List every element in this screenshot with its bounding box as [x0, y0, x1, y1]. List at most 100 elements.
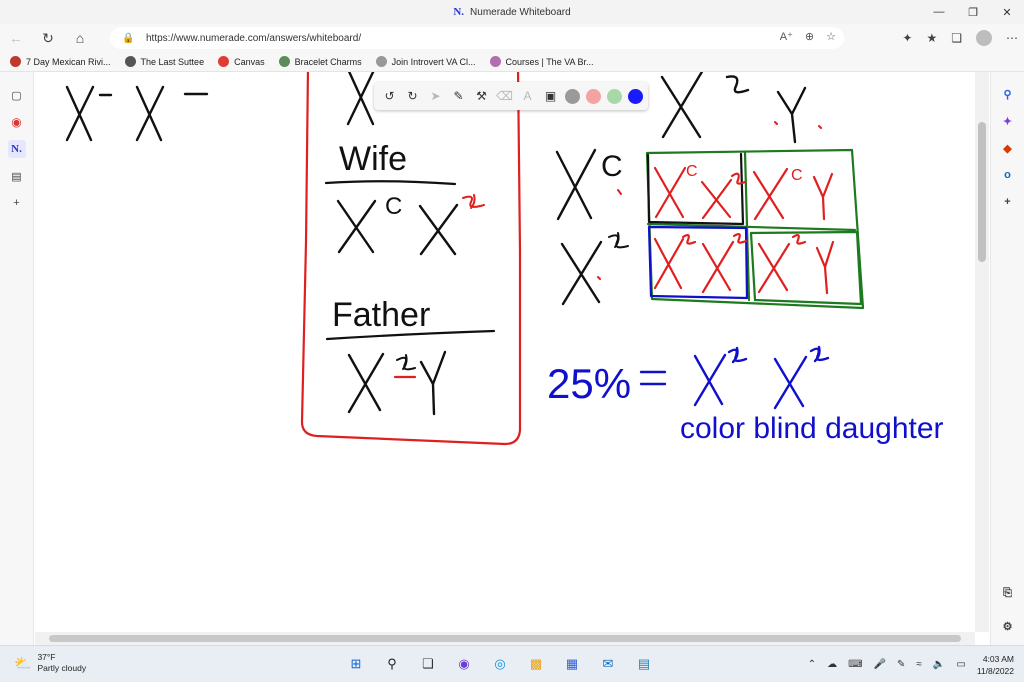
browser-toolbar: ← ↻ ⌂ 🔒 https://www.numerade.com/answers…: [0, 24, 1024, 52]
collections-icon[interactable]: ❏: [951, 31, 962, 45]
restore-button[interactable]: ❐: [956, 0, 990, 24]
taskbar: ⛅ 37°F Partly cloudy ⊞ ⚲ ❏ ◉ ◎ ▩ ▦ ✉ ▤ ⌃…: [0, 645, 1024, 682]
favorite-item-3[interactable]: Bracelet Charms: [278, 56, 362, 67]
window-title: Numerade Whiteboard: [470, 6, 571, 18]
clock-date: 11/8/2022: [976, 665, 1014, 676]
vertical-scroll-thumb[interactable]: [978, 122, 986, 262]
battery-icon[interactable]: ▭: [956, 659, 965, 670]
split-screen-icon[interactable]: ⎘: [999, 584, 1017, 602]
keyboard-icon[interactable]: ⌨: [848, 659, 862, 670]
weather-temp: 37°F: [37, 652, 56, 662]
home-button[interactable]: ⌂: [64, 24, 96, 52]
tab-actions-icon[interactable]: ▢: [8, 86, 26, 104]
svg-text:C: C: [791, 167, 803, 184]
outlook-icon[interactable]: o: [999, 166, 1017, 184]
sparkle-icon[interactable]: ✦: [999, 112, 1017, 130]
wifi-icon[interactable]: ≈: [916, 659, 922, 670]
add-icon[interactable]: +: [8, 194, 26, 212]
volume-icon[interactable]: 🔈: [933, 659, 945, 670]
favicon-icon: [10, 56, 21, 67]
taskbar-apps: ⊞ ⚲ ❏ ◉ ◎ ▩ ▦ ✉ ▤: [344, 652, 656, 676]
left-sidebar: ▢ ◉ N. ▤ +: [0, 72, 34, 645]
favorite-item-0[interactable]: 7 Day Mexican Rivi...: [10, 56, 111, 67]
eraser-icon[interactable]: ⌫: [496, 88, 513, 105]
url-text: https://www.numerade.com/answers/whitebo…: [146, 32, 362, 44]
favorite-item-2[interactable]: Canvas: [218, 56, 265, 67]
father-label: Father: [332, 296, 430, 334]
favorites-bar: 7 Day Mexican Rivi... The Last Suttee Ca…: [0, 52, 1024, 72]
punnett-cell-text: [653, 166, 835, 295]
store-icon[interactable]: ▦: [560, 652, 584, 676]
favorites-icon[interactable]: ★: [926, 31, 937, 45]
parents-box: [300, 72, 522, 446]
favicon-icon: [375, 56, 387, 67]
wife-label: Wife: [339, 140, 407, 178]
partly-cloudy-icon: ⛅: [14, 654, 32, 671]
chat-icon[interactable]: ◉: [452, 652, 476, 676]
right-sidebar: ⚲ ✦ ◆ o + ⎘ ⚙: [990, 72, 1024, 645]
back-button[interactable]: ←: [0, 24, 32, 52]
address-bar[interactable]: 🔒 https://www.numerade.com/answers/white…: [110, 27, 844, 49]
favorite-item-1[interactable]: The Last Suttee: [124, 56, 204, 67]
image-icon[interactable]: ▣: [542, 88, 559, 105]
undo-icon[interactable]: ↺: [381, 88, 398, 105]
favorite-add-icon[interactable]: ☆: [826, 30, 836, 43]
tools-icon[interactable]: ⚒: [473, 88, 490, 105]
read-aloud-icon[interactable]: A⁺: [780, 30, 793, 43]
add-icon[interactable]: +: [999, 193, 1017, 211]
favicon-icon: [218, 56, 230, 67]
favorite-item-5[interactable]: Courses | The VA Br...: [489, 56, 594, 67]
minimize-button[interactable]: —: [922, 0, 956, 24]
svg-text:C: C: [601, 150, 623, 183]
clock-time: 4:03 AM: [982, 653, 1014, 664]
whiteboard-canvas[interactable]: Wife C Father C C C 25% color blind daug…: [35, 72, 975, 632]
file-explorer-icon[interactable]: ▩: [524, 652, 548, 676]
edge-icon[interactable]: ◎: [488, 652, 512, 676]
close-button[interactable]: ✕: [990, 0, 1024, 24]
lock-icon: 🔒: [122, 32, 135, 44]
whiteboard-toolbar: ↺ ↻ ➤ ✎ ⚒ ⌫ A ▣: [374, 82, 648, 110]
color-swatch-light-green[interactable]: [607, 88, 622, 104]
search-icon[interactable]: ⚲: [380, 652, 404, 676]
caption-label: color blind daughter: [680, 412, 944, 445]
screen-tool-icon[interactable]: ▤: [632, 652, 656, 676]
start-icon[interactable]: ⊞: [344, 652, 368, 676]
record-icon[interactable]: ◉: [8, 113, 26, 131]
numerade-icon[interactable]: N.: [7, 140, 26, 158]
vertical-scrollbar[interactable]: [975, 72, 989, 632]
percent-label: 25%: [547, 360, 631, 407]
mail-icon[interactable]: ✉: [596, 652, 620, 676]
more-icon[interactable]: ⋯: [1006, 31, 1018, 45]
weather-desc: Partly cloudy: [37, 663, 87, 673]
collections-icon[interactable]: ▤: [8, 167, 26, 185]
clock[interactable]: 4:03 AM 11/8/2022: [977, 653, 1014, 677]
settings-icon[interactable]: ⚙: [999, 617, 1017, 635]
chevron-up-icon[interactable]: ⌃: [808, 659, 816, 670]
pointer-icon[interactable]: ➤: [427, 88, 444, 105]
favicon-icon: [124, 56, 136, 67]
svg-text:C: C: [686, 163, 698, 180]
color-swatch-blue[interactable]: [628, 88, 643, 104]
whiteboard-area[interactable]: Wife C Father C C C 25% color blind daug…: [35, 72, 989, 645]
color-swatch-pink[interactable]: [586, 88, 601, 104]
redo-icon[interactable]: ↻: [404, 88, 421, 105]
horizontal-scroll-thumb[interactable]: [49, 635, 961, 642]
horizontal-scrollbar[interactable]: [35, 632, 975, 645]
office-icon[interactable]: ◆: [999, 139, 1017, 157]
profile-avatar[interactable]: [976, 30, 992, 46]
pen-icon[interactable]: ✎: [450, 88, 467, 105]
pen-icon[interactable]: ✎: [897, 659, 905, 670]
extensions-icon[interactable]: ✦: [902, 31, 912, 45]
onedrive-icon[interactable]: ☁: [827, 659, 837, 670]
microphone-icon[interactable]: 🎤: [874, 659, 886, 670]
favorite-item-4[interactable]: Join Introvert VA Cl...: [375, 56, 476, 67]
search-icon[interactable]: ⚲: [999, 85, 1017, 103]
text-icon[interactable]: A: [519, 88, 536, 105]
genotype-sketch-top-left: [65, 85, 209, 142]
refresh-button[interactable]: ↻: [32, 24, 64, 52]
color-swatch-gray[interactable]: [565, 88, 580, 104]
weather-widget[interactable]: ⛅ 37°F Partly cloudy: [14, 652, 86, 674]
task-view-icon[interactable]: ❏: [416, 652, 440, 676]
zoom-icon[interactable]: ⊕: [805, 30, 814, 43]
svg-text:C: C: [385, 193, 402, 220]
